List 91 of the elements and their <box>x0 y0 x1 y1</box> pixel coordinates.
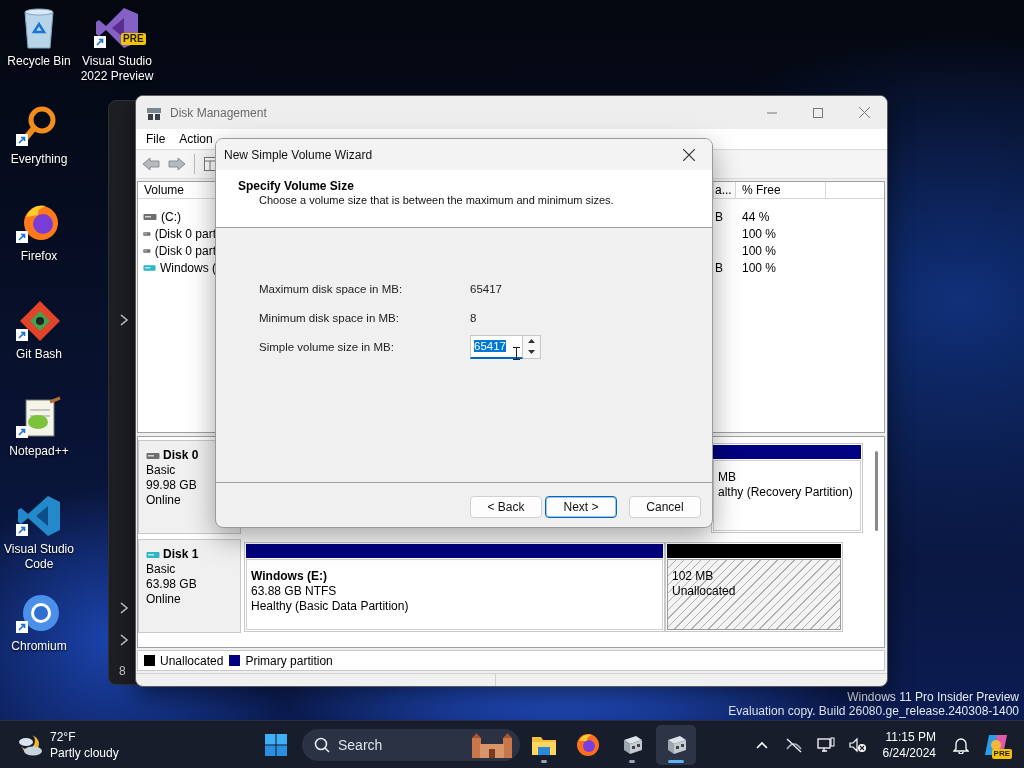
watermark-text: Evaluation copy. Build 26080.ge_release.240308-1400 <box>728 704 1019 718</box>
menu-item[interactable]: File <box>139 132 173 146</box>
partition[interactable]: 102 MB Unallocated <box>665 542 843 632</box>
column-header[interactable]: Volume <box>138 182 216 199</box>
column-header[interactable]: a... <box>714 182 736 199</box>
text-cursor-icon <box>513 346 520 360</box>
start-icon <box>264 732 288 757</box>
network-off-icon[interactable] <box>784 736 803 753</box>
bell-icon[interactable] <box>953 735 969 754</box>
chevron-up-icon[interactable] <box>755 740 768 749</box>
step-heading: Specify Volume Size <box>238 179 355 193</box>
drive-icon <box>143 212 157 221</box>
dialog-button[interactable]: < Back <box>470 496 542 518</box>
drive-icon <box>146 451 160 460</box>
table-cell: (C:) <box>161 209 181 224</box>
table-cell-text: B <box>714 260 724 275</box>
partition-info: 63.88 GB NTFS <box>251 584 338 599</box>
scrollbar[interactable] <box>874 451 878 531</box>
dialog-button[interactable]: Next > <box>545 496 617 518</box>
partition-info: MB <box>718 470 737 485</box>
partition-name: Windows (E:) <box>251 569 328 584</box>
desktop-icon-label[interactable]: Visual Studio Code <box>1 541 77 572</box>
desktop-icon-label[interactable]: Recycle Bin <box>1 54 77 69</box>
table-cell-text: 100 % <box>741 243 778 258</box>
partition-info: althy (Recovery Partition) <box>718 485 854 500</box>
table-cell-text: B <box>714 209 724 224</box>
field-value: 8 <box>470 311 477 324</box>
desktop-icon-label[interactable]: Firefox <box>1 249 77 264</box>
preview-badge: PRE <box>121 33 146 45</box>
disk-type: Basic <box>146 463 177 478</box>
partition[interactable]: MB althy (Recovery Partition) <box>711 443 863 533</box>
partition[interactable]: Windows (E:) 63.88 GB NTFS Healthy (Basic Data Partition) <box>244 542 665 632</box>
table-cell: (Disk 0 part <box>154 226 216 241</box>
speaker-muted-icon[interactable] <box>848 736 867 753</box>
legend-label: Unallocated <box>160 653 224 668</box>
close-icon <box>683 148 695 161</box>
triangle-down-icon <box>528 350 535 354</box>
disk-type: Basic <box>146 562 177 577</box>
weather-condition: Partly cloudy <box>50 744 119 761</box>
watermark-text: Windows 11 Pro Insider Preview <box>847 690 1019 704</box>
partition-info: Unallocated <box>672 584 737 599</box>
field-value: 65417 <box>470 282 502 295</box>
field-label: Minimum disk space in MB: <box>258 311 400 324</box>
search-icon <box>314 736 330 753</box>
window-title: Disk Management <box>170 105 267 120</box>
field-label: Simple volume size in MB: <box>258 340 395 353</box>
desktop-icon-label[interactable]: Visual Studio 2022 Preview <box>79 54 155 84</box>
legend-label: Primary partition <box>245 653 333 668</box>
field-label: Maximum disk space in MB: <box>258 282 404 295</box>
partition-info: 102 MB <box>672 569 715 584</box>
desktop-icon-label[interactable]: Everything <box>1 151 77 167</box>
chevron-right-icon[interactable] <box>119 313 129 327</box>
status-text: 8 <box>119 663 127 679</box>
dialog-button[interactable]: Cancel <box>629 496 701 518</box>
size-input-field[interactable]: 65417 <box>470 334 523 359</box>
taskbar-app[interactable] <box>656 724 696 765</box>
desktop-icon-label[interactable]: Git Bash <box>1 346 77 362</box>
search-field[interactable]: Search <box>302 728 520 761</box>
step-description: Choose a volume size that is between the maximum and minimum sizes. <box>258 193 615 207</box>
disk-name: Disk 0 <box>163 448 199 463</box>
table-cell-text: 100 % <box>741 226 778 241</box>
temperature: 72°F <box>50 728 77 745</box>
monitor-icon[interactable] <box>816 736 835 753</box>
drive-icon <box>143 263 156 272</box>
close-icon <box>858 107 870 118</box>
building-icon <box>470 731 514 758</box>
maximize-icon <box>813 107 823 118</box>
disk-status: Online <box>146 493 182 508</box>
disk-name: Disk 1 <box>163 547 199 562</box>
preview-badge: PRE <box>991 748 1012 759</box>
notepad-icon[interactable] <box>16 396 62 440</box>
triangle-up-icon <box>528 339 535 343</box>
table-cell-text: 100 % <box>741 260 778 275</box>
partition-info: Healthy (Basic Data Partition) <box>251 599 410 614</box>
chevron-right-icon[interactable] <box>119 633 129 647</box>
disk-size: 63.98 GB <box>146 577 198 592</box>
chevron-right-icon[interactable] <box>119 601 129 615</box>
clock-time[interactable]: 11:15 PM <box>885 728 936 745</box>
column-header[interactable]: % Free <box>736 182 826 199</box>
disk-size: 99.98 GB <box>146 478 198 493</box>
diamond-logo-icon[interactable] <box>16 298 62 343</box>
table-cell-text: 44 % <box>741 209 771 224</box>
dialog-title: New Simple Volume Wizard <box>224 147 373 162</box>
drive-icon <box>146 550 160 559</box>
desktop-icon-label[interactable]: Notepad++ <box>1 444 77 459</box>
clock-date[interactable]: 6/24/2024 <box>882 744 936 761</box>
globe-flame-icon <box>576 732 600 757</box>
desktop-icon-label[interactable]: Chromium <box>1 639 77 654</box>
disk-status: Online <box>146 592 182 607</box>
table-cell: (Disk 0 part <box>154 243 216 258</box>
ribbon-logo-icon[interactable] <box>16 493 62 538</box>
